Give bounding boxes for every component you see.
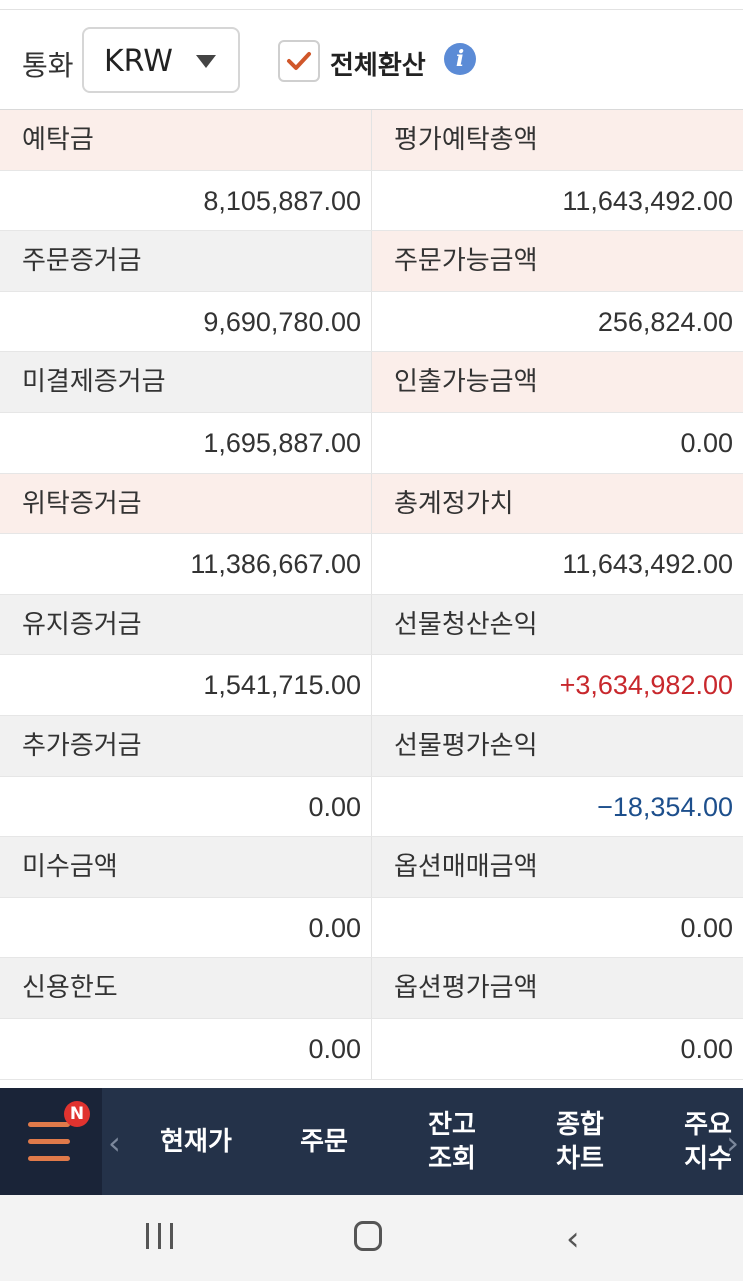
label-total-account-value: 총계정가치 (371, 473, 743, 534)
value-row: 11,386,667.00 11,643,492.00 (0, 534, 743, 595)
value-credit-limit: 0.00 (0, 1018, 371, 1079)
currency-select[interactable]: KRW (82, 27, 240, 93)
label-order-margin: 주문증거금 (0, 231, 371, 291)
value-consignment-margin: 11,386,667.00 (0, 534, 371, 594)
label-withdrawable-amount: 인출가능금액 (371, 352, 743, 412)
value-row: 1,695,887.00 0.00 (0, 412, 743, 474)
home-icon[interactable] (354, 1221, 382, 1251)
value-unsettled-margin: 1,695,887.00 (0, 412, 371, 473)
label-row: 예탁금 평가예탁총액 (0, 110, 743, 171)
value-maintenance-margin: 1,541,715.00 (0, 655, 371, 715)
label-row: 주문증거금 주문가능금액 (0, 231, 743, 292)
checkmark-icon (287, 52, 311, 70)
label-option-trade-amount: 옵션매매금액 (371, 837, 743, 897)
value-order-margin: 9,690,780.00 (0, 291, 371, 352)
label-unsettled-margin: 미결제증거금 (0, 352, 371, 412)
label-row: 유지증거금 선물청산손익 (0, 594, 743, 656)
bottom-navigation: N ‹ 현재가 주문 잔고 조회 종합 차트 주요 지수 › (0, 1088, 743, 1195)
label-orderable-amount: 주문가능금액 (371, 231, 743, 291)
label-deposit: 예탁금 (0, 110, 371, 170)
balance-grid: 예탁금 평가예탁총액 8,105,887.00 11,643,492.00 주문… (0, 110, 743, 1080)
info-icon[interactable]: i (444, 43, 476, 75)
value-evaluated-deposit-total: 11,643,492.00 (371, 170, 743, 231)
nav-balance-inquiry[interactable]: 잔고 조회 (396, 1088, 508, 1195)
label-receivable-amount: 미수금액 (0, 837, 371, 897)
label-consignment-margin: 위탁증거금 (0, 473, 371, 534)
top-divider (0, 0, 743, 10)
label-credit-limit: 신용한도 (0, 958, 371, 1018)
value-futures-unrealized-pnl: −18,354.00 (371, 776, 743, 837)
value-receivable-amount: 0.00 (0, 897, 371, 958)
label-maintenance-margin: 유지증거금 (0, 594, 371, 655)
label-row: 미수금액 옵션매매금액 (0, 837, 743, 898)
convert-all-checkbox[interactable] (278, 40, 320, 82)
value-option-evaluation-amount: 0.00 (371, 1018, 743, 1079)
label-futures-unrealized-pnl: 선물평가손익 (371, 715, 743, 776)
value-orderable-amount: 256,824.00 (371, 291, 743, 352)
currency-selected-value: KRW (104, 44, 173, 79)
value-withdrawable-amount: 0.00 (371, 412, 743, 473)
nav-current-price[interactable]: 현재가 (140, 1088, 252, 1195)
label-row: 신용한도 옵션평가금액 (0, 958, 743, 1019)
new-badge: N (64, 1101, 90, 1127)
chevron-left-icon[interactable]: ‹ (108, 1124, 121, 1162)
value-row: 8,105,887.00 11,643,492.00 (0, 170, 743, 232)
value-row: 9,690,780.00 256,824.00 (0, 291, 743, 353)
value-row: 0.00 0.00 (0, 1018, 743, 1080)
value-additional-margin: 0.00 (0, 776, 371, 837)
recent-apps-icon[interactable] (146, 1223, 174, 1249)
chevron-right-icon[interactable]: › (726, 1124, 739, 1162)
label-row: 추가증거금 선물평가손익 (0, 715, 743, 777)
label-additional-margin: 추가증거금 (0, 715, 371, 776)
nav-order[interactable]: 주문 (268, 1088, 380, 1195)
value-row: 0.00 −18,354.00 (0, 776, 743, 838)
value-option-trade-amount: 0.00 (371, 897, 743, 958)
convert-all-label[interactable]: 전체환산 (330, 45, 426, 82)
value-row: 1,541,715.00 +3,634,982.00 (0, 655, 743, 716)
label-futures-realized-pnl: 선물청산손익 (371, 594, 743, 655)
back-icon[interactable]: ‹ (566, 1219, 580, 1259)
nav-comprehensive-chart[interactable]: 종합 차트 (524, 1088, 636, 1195)
value-row: 0.00 0.00 (0, 897, 743, 959)
label-evaluated-deposit-total: 평가예탁총액 (371, 110, 743, 170)
value-deposit: 8,105,887.00 (0, 170, 371, 231)
menu-button[interactable]: N (0, 1088, 102, 1195)
chevron-down-icon (196, 55, 216, 68)
label-row: 위탁증거금 총계정가치 (0, 473, 743, 535)
currency-label: 통화 (22, 49, 74, 82)
label-option-evaluation-amount: 옵션평가금액 (371, 958, 743, 1018)
value-futures-realized-pnl: +3,634,982.00 (371, 655, 743, 715)
value-total-account-value: 11,643,492.00 (371, 534, 743, 594)
label-row: 미결제증거금 인출가능금액 (0, 352, 743, 413)
currency-controls: 통화 KRW 전체환산 i (0, 10, 743, 110)
system-navigation-bar: ‹ (0, 1195, 743, 1281)
